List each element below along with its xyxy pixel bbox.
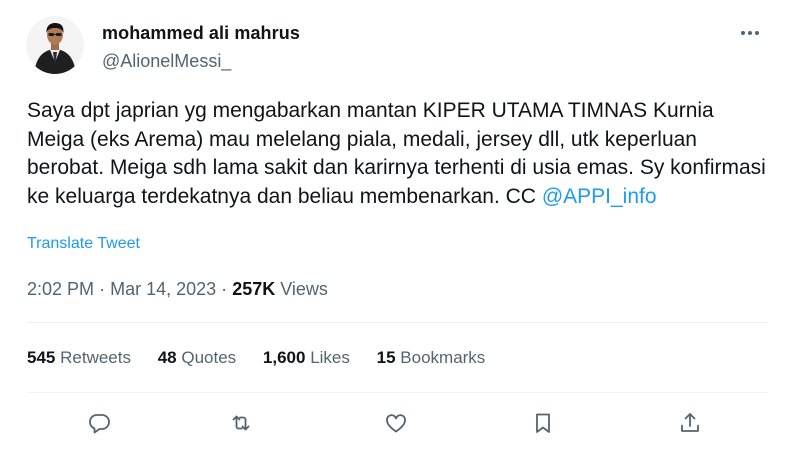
divider bbox=[27, 322, 768, 323]
likes-label: Likes bbox=[310, 348, 350, 367]
heart-icon bbox=[386, 414, 406, 433]
tweet-text: Saya dpt japrian yg mengabarkan mantan K… bbox=[27, 97, 767, 211]
share-icon bbox=[681, 413, 699, 432]
retweets-label: Retweets bbox=[60, 348, 131, 367]
display-name[interactable]: mohammed ali mahrus bbox=[102, 22, 300, 44]
more-icon[interactable] bbox=[738, 26, 762, 38]
retweets-count: 545 bbox=[27, 348, 56, 367]
views-count: 257K bbox=[232, 279, 276, 299]
tweet-meta: 2:02 PM · Mar 14, 2023 · 257K Views bbox=[27, 278, 328, 300]
bookmark-button[interactable] bbox=[528, 408, 558, 438]
views-label: Views bbox=[280, 279, 328, 299]
retweet-button[interactable] bbox=[226, 408, 256, 438]
like-button[interactable] bbox=[381, 408, 411, 438]
quotes-label: Quotes bbox=[181, 348, 237, 367]
reply-icon bbox=[89, 414, 110, 434]
retweet-icon bbox=[232, 415, 250, 431]
tweet-date[interactable]: Mar 14, 2023 bbox=[110, 279, 216, 299]
user-names: mohammed ali mahrus @AlionelMessi_ bbox=[102, 22, 300, 72]
bookmarks-count: 15 bbox=[376, 348, 396, 367]
tweet-header: mohammed ali mahrus @AlionelMessi_ bbox=[26, 12, 776, 82]
likes-count: 1,600 bbox=[262, 348, 306, 367]
quotes-count: 48 bbox=[157, 348, 177, 367]
tweet-time[interactable]: 2:02 PM bbox=[27, 279, 94, 299]
tweet-card: mohammed ali mahrus @AlionelMessi_ Saya … bbox=[0, 0, 795, 451]
bookmarks-label: Bookmarks bbox=[400, 348, 486, 367]
share-button[interactable] bbox=[675, 408, 705, 438]
likes-stat[interactable]: 1,600 Likes bbox=[263, 347, 350, 369]
quotes-stat[interactable]: 48 Quotes bbox=[158, 347, 236, 369]
bookmark-icon bbox=[536, 413, 550, 433]
translate-tweet-link[interactable]: Translate Tweet bbox=[27, 235, 140, 253]
user-handle[interactable]: @AlionelMessi_ bbox=[102, 50, 300, 72]
divider bbox=[27, 392, 768, 393]
bookmarks-stat[interactable]: 15 Bookmarks bbox=[377, 347, 486, 369]
meta-separator: · bbox=[221, 279, 228, 299]
mention-link[interactable]: @APPI_info bbox=[542, 185, 657, 208]
meta-separator: · bbox=[99, 279, 106, 299]
avatar[interactable] bbox=[26, 16, 84, 74]
retweets-stat[interactable]: 545 Retweets bbox=[27, 347, 131, 369]
avatar-photo bbox=[26, 16, 84, 74]
tweet-stats: 545 Retweets 48 Quotes 1,600 Likes 15 Bo… bbox=[27, 347, 507, 369]
reply-button[interactable] bbox=[84, 408, 114, 438]
